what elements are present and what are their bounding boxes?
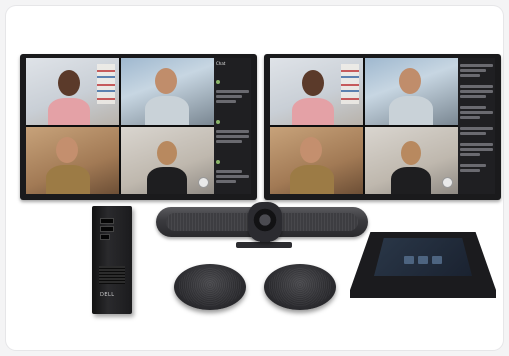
participant-tile xyxy=(270,127,363,194)
camera-icon xyxy=(248,202,282,242)
touch-controller xyxy=(350,232,496,298)
camera-base xyxy=(236,242,292,248)
bookshelf xyxy=(341,64,359,104)
monitor-screen: Chat xyxy=(26,58,251,194)
speaker-puck-right xyxy=(264,264,336,310)
audio-port xyxy=(100,234,110,240)
usb-port xyxy=(100,226,114,232)
participant-tile xyxy=(26,58,119,125)
vent xyxy=(99,266,125,284)
chat-panel: Chat xyxy=(214,58,251,194)
mini-pc: DELL xyxy=(92,206,132,314)
speaker-puck-left xyxy=(174,264,246,310)
monitor-screen xyxy=(270,58,495,194)
control-button-icon xyxy=(442,177,453,188)
bookshelf xyxy=(97,64,115,104)
participant-tile xyxy=(270,58,363,125)
monitor-right xyxy=(264,54,501,200)
participant-tile xyxy=(26,127,119,194)
participant-tile xyxy=(365,58,458,125)
chat-panel xyxy=(458,58,495,194)
controller-screen xyxy=(374,238,472,276)
brand-logo: DELL xyxy=(100,292,115,298)
video-grid xyxy=(270,58,458,194)
product-image-frame: Chat DELL xyxy=(6,6,503,350)
video-grid xyxy=(26,58,214,194)
chat-message xyxy=(216,69,249,88)
control-button-icon xyxy=(198,177,209,188)
monitor-left: Chat xyxy=(20,54,257,200)
usb-port xyxy=(100,218,114,224)
participant-tile xyxy=(121,58,214,125)
chat-title: Chat xyxy=(216,61,226,66)
